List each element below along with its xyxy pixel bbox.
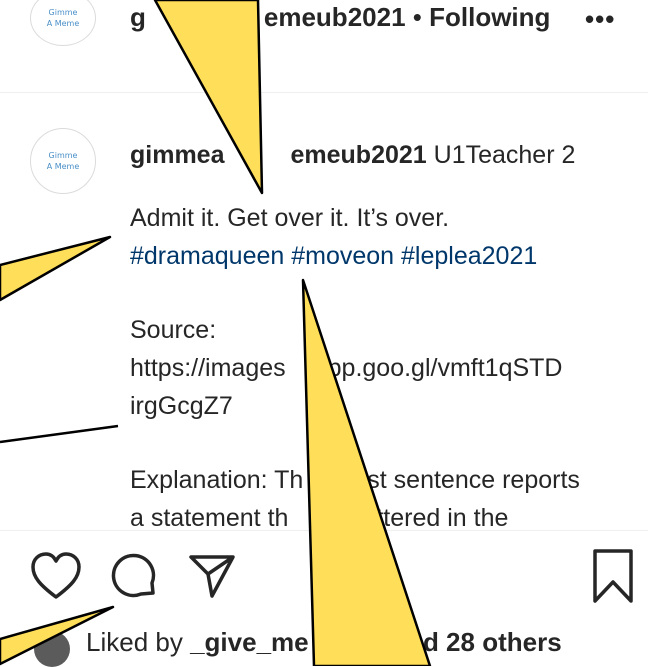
header-username-end[interactable]: emeub2021 (264, 2, 406, 32)
avatar-text-line1: Gimme (48, 7, 78, 17)
explanation-part-2b: uttered in the (362, 504, 509, 532)
explanation-part-1b: st sentence reports (367, 466, 580, 494)
liked-by-prefix: Liked by (86, 627, 191, 657)
header-username-start[interactable]: g (130, 2, 146, 32)
comment-icon[interactable] (108, 550, 160, 602)
explanation-part-2a: a statement th (130, 504, 289, 532)
more-options-button[interactable]: ••• (585, 4, 615, 35)
comment-avatar[interactable]: Gimme A Meme (30, 128, 96, 194)
caption-line-1: Admit it. Get over it. It’s over. (130, 204, 450, 232)
source-url-part-2[interactable]: pp.goo.gl/vmft1qSTD (328, 354, 563, 382)
liked-by-user[interactable]: _give_me (190, 627, 309, 657)
heart-icon[interactable] (30, 552, 82, 602)
comment-username-end[interactable]: emeub2021 (290, 141, 426, 169)
source-url-line-1[interactable]: https://images pp.goo.gl/vmft1qSTD (130, 349, 630, 387)
callout-left-upper (0, 235, 112, 302)
explanation-part-1a: Explanation: Th (130, 466, 304, 494)
avatar-text-line1: Gimme (48, 150, 78, 160)
source-url-part-1[interactable]: https://images (130, 354, 286, 382)
follow-status[interactable]: Following (429, 2, 550, 32)
header-separator: • (405, 2, 430, 32)
share-icon[interactable] (186, 550, 238, 602)
liked-by-avatar[interactable] (34, 631, 70, 667)
avatar-text-line2: A Meme (46, 19, 80, 28)
comment-meta: U1Teacher 2 (426, 141, 576, 169)
caption-hashtags[interactable]: #dramaqueen #moveon #leplea2021 (130, 237, 630, 275)
source-label: Source: (130, 316, 217, 344)
callout-left-middle-line (0, 424, 119, 444)
explanation-line-1: Explanation: Th st sentence reports (130, 461, 630, 499)
liked-by-row[interactable]: Liked by _give_me and 28 others (86, 627, 562, 658)
bookmark-icon[interactable] (592, 548, 634, 604)
liked-by-others[interactable]: and 28 others (393, 627, 562, 657)
comment-username-start[interactable]: gimmea (130, 141, 224, 169)
header-username-row: g emeub2021 • Following (130, 2, 550, 33)
source-url-line-2[interactable]: irgGcgZ7 (130, 387, 630, 425)
avatar-text-line2: A Meme (46, 162, 80, 171)
comment-header: gimmea emeub2021 U1Teacher 2 (130, 141, 575, 170)
header-avatar[interactable]: Gimme A Meme (30, 0, 96, 46)
header-divider (0, 92, 648, 93)
